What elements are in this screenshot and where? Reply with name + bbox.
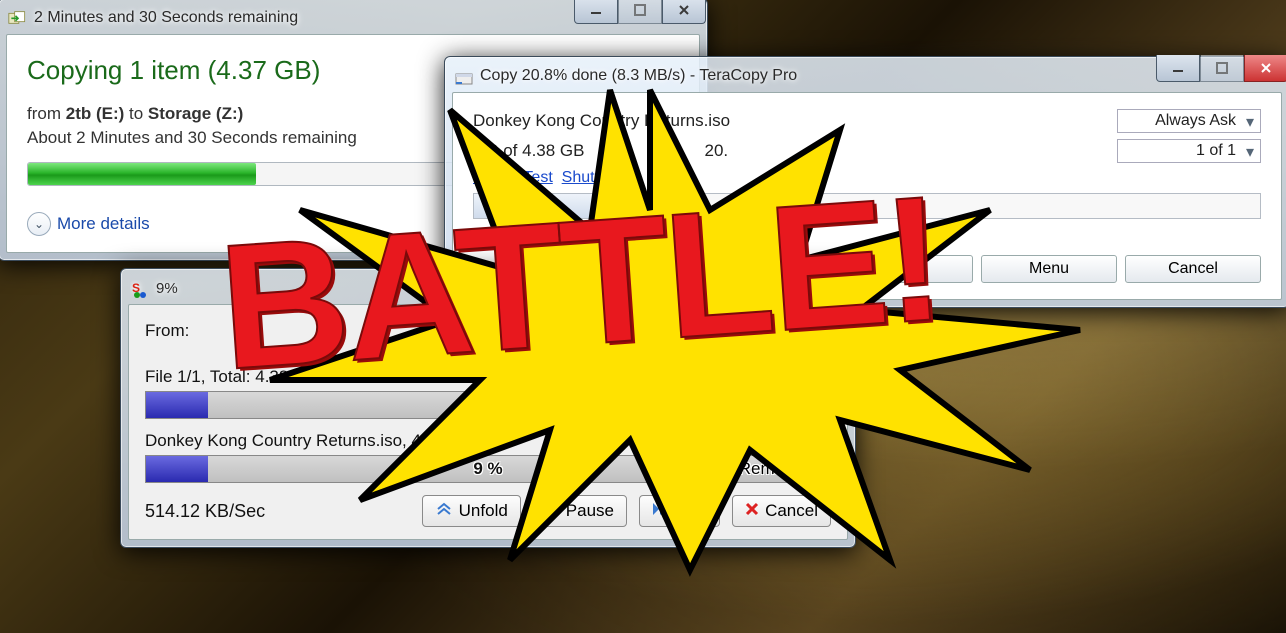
minimize-button[interactable] xyxy=(1156,55,1200,82)
total-progress-bar: 9 % 02:15:18 Remaining xyxy=(145,391,831,419)
file-progress-remaining: 02:15:18 Remaining xyxy=(668,459,820,479)
file-progress-pct: 9 % xyxy=(473,459,502,479)
skip-icon xyxy=(652,501,668,521)
supercopier-dialog: S 9% From: File 1/1, Total: 4.38 GB 9 % … xyxy=(120,268,856,548)
menu-button[interactable]: Menu xyxy=(981,255,1117,283)
supercopier-app-icon: S xyxy=(130,280,150,296)
file-progress-bar: 9 % 02:15:18 Remaining xyxy=(145,455,831,483)
from-label: From: xyxy=(145,321,831,341)
window-title: 2 Minutes and 30 Seconds remaining xyxy=(34,9,298,27)
skip-button[interactable]: Skip xyxy=(639,495,720,527)
cancel-icon xyxy=(745,501,759,521)
chevron-down-icon: ⌄ xyxy=(27,212,51,236)
total-progress-label: File 1/1, Total: 4.38 GB xyxy=(145,367,831,387)
titlebar[interactable]: 2 Minutes and 30 Seconds remaining xyxy=(6,6,700,30)
progress-bar xyxy=(473,193,1261,219)
titlebar[interactable]: S 9% xyxy=(128,276,848,300)
transfer-speed: 514.12 KB/Sec xyxy=(145,501,265,522)
eta-text: 00:07:10 xyxy=(473,225,539,245)
pause-icon xyxy=(546,501,560,521)
action-links: Clone Test Shutdown xyxy=(473,169,633,187)
unfold-button[interactable]: Unfold xyxy=(422,495,521,527)
maximize-button[interactable] xyxy=(1200,55,1244,82)
pause-button[interactable]: Pause xyxy=(533,495,627,527)
total-progress-remaining: 02:15:18 Remaining xyxy=(668,395,820,415)
maximize-button[interactable] xyxy=(618,0,662,24)
titlebar[interactable]: Copy 20.8% done (8.3 MB/s) - TeraCopy Pr… xyxy=(452,64,1282,88)
unfold-icon xyxy=(435,501,453,521)
close-button[interactable] xyxy=(662,0,706,24)
more-button[interactable]: More xyxy=(837,255,973,283)
current-file-name: Donkey Kong Country Returns.iso xyxy=(473,111,730,131)
test-link[interactable]: Test xyxy=(523,169,552,186)
shutdown-link[interactable]: Shutdown xyxy=(562,169,633,186)
window-title: 9% xyxy=(156,280,178,297)
window-title: Copy 20.8% done (8.3 MB/s) - TeraCopy Pr… xyxy=(480,67,797,85)
percent-progress: 20. xyxy=(705,141,729,161)
current-file-label: Donkey Kong Country Returns.iso, 4.38 GB xyxy=(145,431,831,451)
minimize-button[interactable] xyxy=(574,0,618,24)
conflict-mode-combo[interactable]: Always Ask xyxy=(1117,109,1261,133)
file-count-combo[interactable]: 1 of 1 xyxy=(1117,139,1261,163)
more-details-label: More details xyxy=(57,214,150,234)
bytes-progress: MB of 4.38 GB xyxy=(473,141,585,161)
close-button[interactable] xyxy=(1244,55,1286,82)
total-progress-pct: 9 % xyxy=(473,395,502,415)
cancel-button[interactable]: Cancel xyxy=(732,495,831,527)
teracopy-app-icon xyxy=(454,68,474,84)
clone-link[interactable]: Clone xyxy=(473,169,515,186)
copy-icon xyxy=(8,10,28,26)
cancel-button[interactable]: Cancel xyxy=(1125,255,1261,283)
